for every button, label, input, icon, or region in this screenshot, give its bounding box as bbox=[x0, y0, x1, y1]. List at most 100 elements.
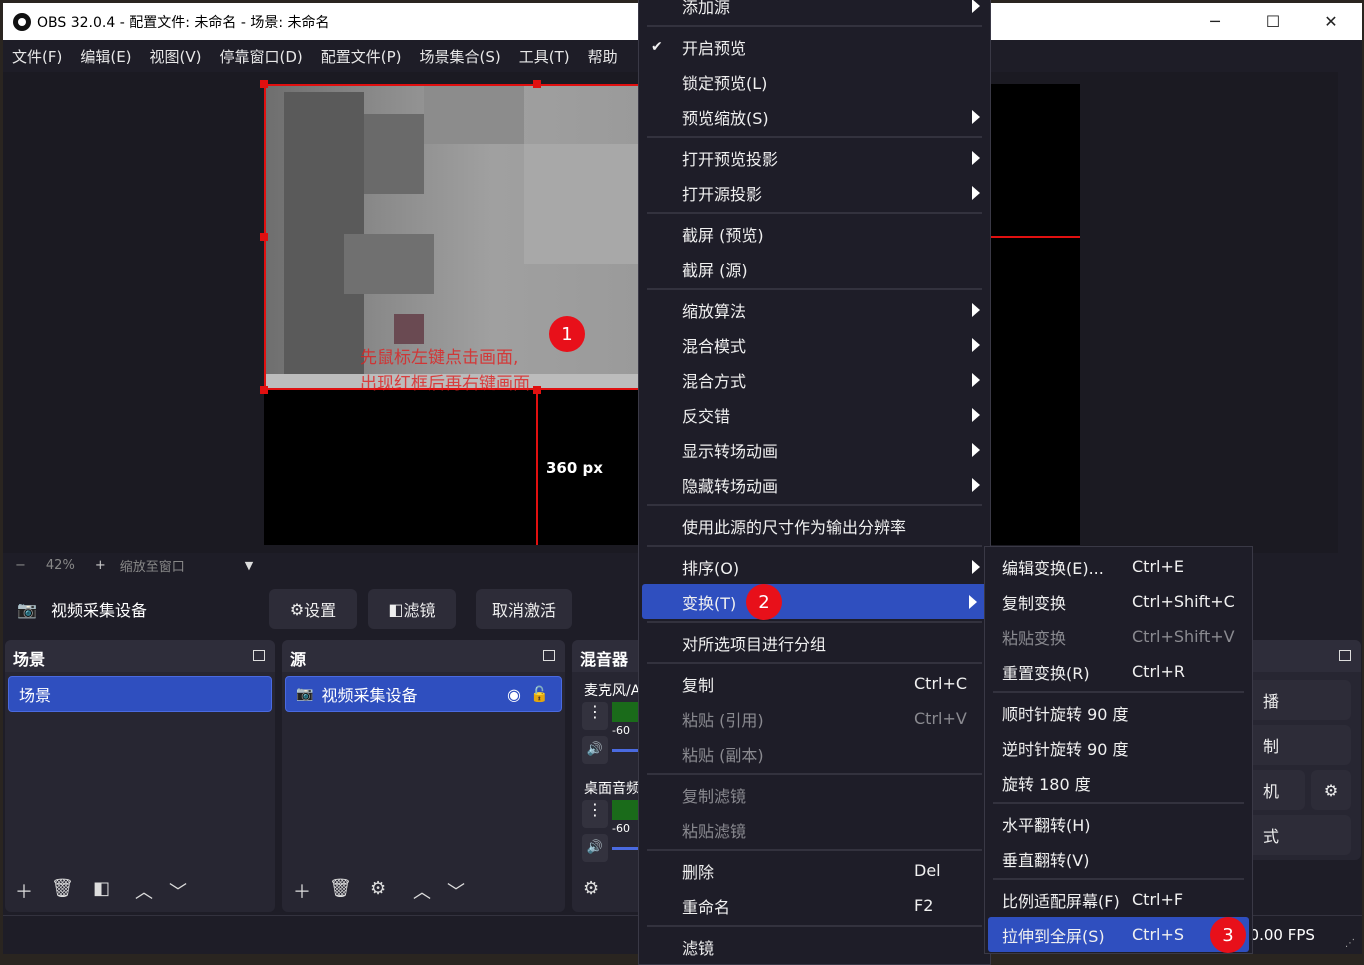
resize-grip-icon[interactable]: ⋰ bbox=[1345, 938, 1355, 949]
menu-item[interactable]: 重置变换(R)Ctrl+R bbox=[985, 654, 1252, 689]
settings-button[interactable]: ⚙设置 bbox=[269, 589, 357, 629]
resize-handle[interactable] bbox=[533, 80, 541, 88]
maximize-button[interactable]: ☐ bbox=[1244, 3, 1302, 40]
float-dock-icon[interactable] bbox=[1339, 650, 1351, 661]
speaker-icon[interactable]: 🔊 bbox=[582, 834, 608, 862]
resize-handle[interactable] bbox=[260, 386, 268, 394]
filter-icon[interactable]: ◧ bbox=[93, 878, 110, 899]
menu-item[interactable]: 复制Ctrl+C bbox=[639, 666, 990, 701]
minimize-button[interactable]: ─ bbox=[1186, 3, 1244, 40]
menu-item[interactable]: 比例适配屏幕(F)Ctrl+F bbox=[985, 882, 1252, 917]
lock-icon[interactable]: 🔓 bbox=[530, 685, 549, 703]
menu-shortcut: Ctrl+C bbox=[914, 674, 967, 693]
menu-item-label: 拉伸到全屏(S) bbox=[1002, 923, 1105, 947]
menu-item[interactable]: 旋转 180 度 bbox=[985, 765, 1252, 800]
menu-item-label: 打开预览投影 bbox=[682, 146, 778, 170]
menu-item-label: 截屏 (源) bbox=[682, 257, 748, 281]
menu-item-label: 比例适配屏幕(F) bbox=[1002, 888, 1120, 912]
menu-item[interactable]: 锁定预览(L) bbox=[639, 64, 990, 99]
menu-item[interactable]: 排序(O) bbox=[639, 549, 990, 584]
gear-icon[interactable]: ⚙ bbox=[370, 878, 386, 899]
scene-item[interactable]: 场景 bbox=[8, 676, 272, 712]
chevron-up-icon[interactable]: ︿ bbox=[413, 878, 431, 904]
channel-menu-button[interactable]: ⋮ bbox=[582, 800, 608, 828]
trash-icon[interactable]: 🗑 bbox=[329, 878, 352, 899]
menu-item-label: 垂直翻转(V) bbox=[1002, 847, 1089, 871]
menu-item[interactable]: 隐藏转场动画 bbox=[639, 467, 990, 502]
menu-item[interactable]: 混合方式 bbox=[639, 362, 990, 397]
menu-item[interactable]: 预览缩放(S) bbox=[639, 99, 990, 134]
menu-item[interactable]: 变换(T)2 bbox=[642, 584, 987, 619]
menu-item[interactable]: 重命名F2 bbox=[639, 888, 990, 923]
menu-view[interactable]: 视图(V) bbox=[150, 46, 202, 67]
filter-icon: ◧ bbox=[388, 600, 403, 619]
menu-item[interactable]: 复制变换 Ctrl+Shift+C bbox=[985, 584, 1252, 619]
menu-item[interactable]: 混合模式 bbox=[639, 327, 990, 362]
menu-item[interactable]: 打开预览投影 bbox=[639, 140, 990, 175]
menu-item[interactable]: 编辑变换(E)...Ctrl+E bbox=[985, 549, 1252, 584]
menu-item-label: 粘贴 (副本) bbox=[682, 742, 764, 766]
menu-item[interactable]: 显示转场动画 bbox=[639, 432, 990, 467]
menu-item-label: 逆时针旋转 90 度 bbox=[1002, 736, 1129, 760]
close-button[interactable]: ✕ bbox=[1302, 3, 1360, 40]
menu-item[interactable]: 反交错 bbox=[639, 397, 990, 432]
menu-edit[interactable]: 编辑(E) bbox=[80, 46, 131, 67]
menu-item[interactable]: 垂直翻转(V) bbox=[985, 841, 1252, 876]
step-badge: 3 bbox=[1210, 917, 1246, 953]
add-scene-icon[interactable]: ＋ bbox=[15, 878, 33, 904]
chevron-up-icon[interactable]: ︿ bbox=[135, 878, 153, 904]
menu-item: 粘贴滤镜 bbox=[639, 812, 990, 847]
menu-item-label: 旋转 180 度 bbox=[1002, 771, 1091, 795]
filters-button[interactable]: ◧滤镜 bbox=[368, 589, 456, 629]
window-title: OBS 32.0.4 - 配置文件: 未命名 - 场景: 未命名 bbox=[37, 12, 329, 32]
menu-file[interactable]: 文件(F) bbox=[12, 46, 62, 67]
menu-item[interactable]: 逆时针旋转 90 度 bbox=[985, 730, 1252, 765]
chevron-down-icon[interactable]: ﹀ bbox=[169, 878, 187, 904]
menu-help[interactable]: 帮助 bbox=[588, 46, 618, 67]
menu-item[interactable]: 截屏 (预览) bbox=[639, 216, 990, 251]
menu-shortcut: Del bbox=[914, 861, 941, 880]
visibility-eye-icon[interactable]: ◉ bbox=[507, 685, 521, 704]
chevron-down-icon[interactable]: ﹀ bbox=[447, 878, 465, 904]
channel-menu-button[interactable]: ⋮ bbox=[582, 702, 608, 730]
menu-item: 复制滤镜 bbox=[639, 777, 990, 812]
menu-item[interactable]: 缩放算法 bbox=[639, 292, 990, 327]
menu-item[interactable]: 打开源投影 bbox=[639, 175, 990, 210]
menu-tools[interactable]: 工具(T) bbox=[519, 46, 570, 67]
menu-item[interactable]: 对所选项目进行分组 bbox=[639, 625, 990, 660]
zoom-in-button[interactable]: + bbox=[95, 558, 106, 573]
mixer-channel-name: 麦克风/A bbox=[584, 680, 640, 700]
float-dock-icon[interactable] bbox=[543, 650, 555, 661]
menu-item-label: 复制变换 bbox=[1002, 590, 1066, 614]
speaker-icon[interactable]: 🔊 bbox=[582, 736, 608, 764]
menu-item[interactable]: 开启预览✔ bbox=[639, 29, 990, 64]
menu-item[interactable]: 截屏 (源) bbox=[639, 251, 990, 286]
step-badge-1: 1 bbox=[549, 316, 585, 352]
menu-item[interactable]: 添加源 bbox=[639, 0, 990, 23]
menu-shortcut: Ctrl+Shift+C bbox=[1132, 592, 1235, 611]
active-source-name: 视频采集设备 bbox=[51, 597, 147, 621]
menu-item[interactable]: 顺时针旋转 90 度 bbox=[985, 695, 1252, 730]
resize-handle[interactable] bbox=[260, 80, 268, 88]
zoom-mode-select[interactable]: 缩放至窗口 bbox=[120, 556, 185, 575]
float-dock-icon[interactable] bbox=[253, 650, 265, 661]
deactivate-button[interactable]: 取消激活 bbox=[476, 589, 572, 629]
menu-item-label: 粘贴变换 bbox=[1002, 625, 1066, 649]
source-item[interactable]: 📷视频采集设备 ◉ 🔓 bbox=[285, 676, 562, 712]
advanced-audio-icon[interactable]: ⚙ bbox=[583, 878, 599, 899]
menu-item[interactable]: 水平翻转(H) bbox=[985, 806, 1252, 841]
menu-item[interactable]: 拉伸到全屏(S)Ctrl+S3 bbox=[988, 917, 1249, 952]
menu-item[interactable]: 滤镜 bbox=[639, 929, 990, 964]
chevron-down-icon[interactable]: ▼ bbox=[245, 559, 253, 572]
trash-icon[interactable]: 🗑 bbox=[51, 878, 74, 899]
add-source-icon[interactable]: ＋ bbox=[293, 878, 311, 904]
zoom-out-button[interactable]: − bbox=[15, 558, 26, 573]
menu-item-label: 水平翻转(H) bbox=[1002, 812, 1091, 836]
menu-profile[interactable]: 配置文件(P) bbox=[321, 46, 402, 67]
resize-handle[interactable] bbox=[260, 233, 268, 241]
menu-item[interactable]: 使用此源的尺寸作为输出分辨率 bbox=[639, 508, 990, 543]
virtual-camera-settings-button[interactable]: ⚙ bbox=[1311, 770, 1351, 810]
menu-scene-collection[interactable]: 场景集合(S) bbox=[420, 46, 501, 67]
menu-docks[interactable]: 停靠窗口(D) bbox=[220, 46, 303, 67]
menu-item[interactable]: 删除Del bbox=[639, 853, 990, 888]
